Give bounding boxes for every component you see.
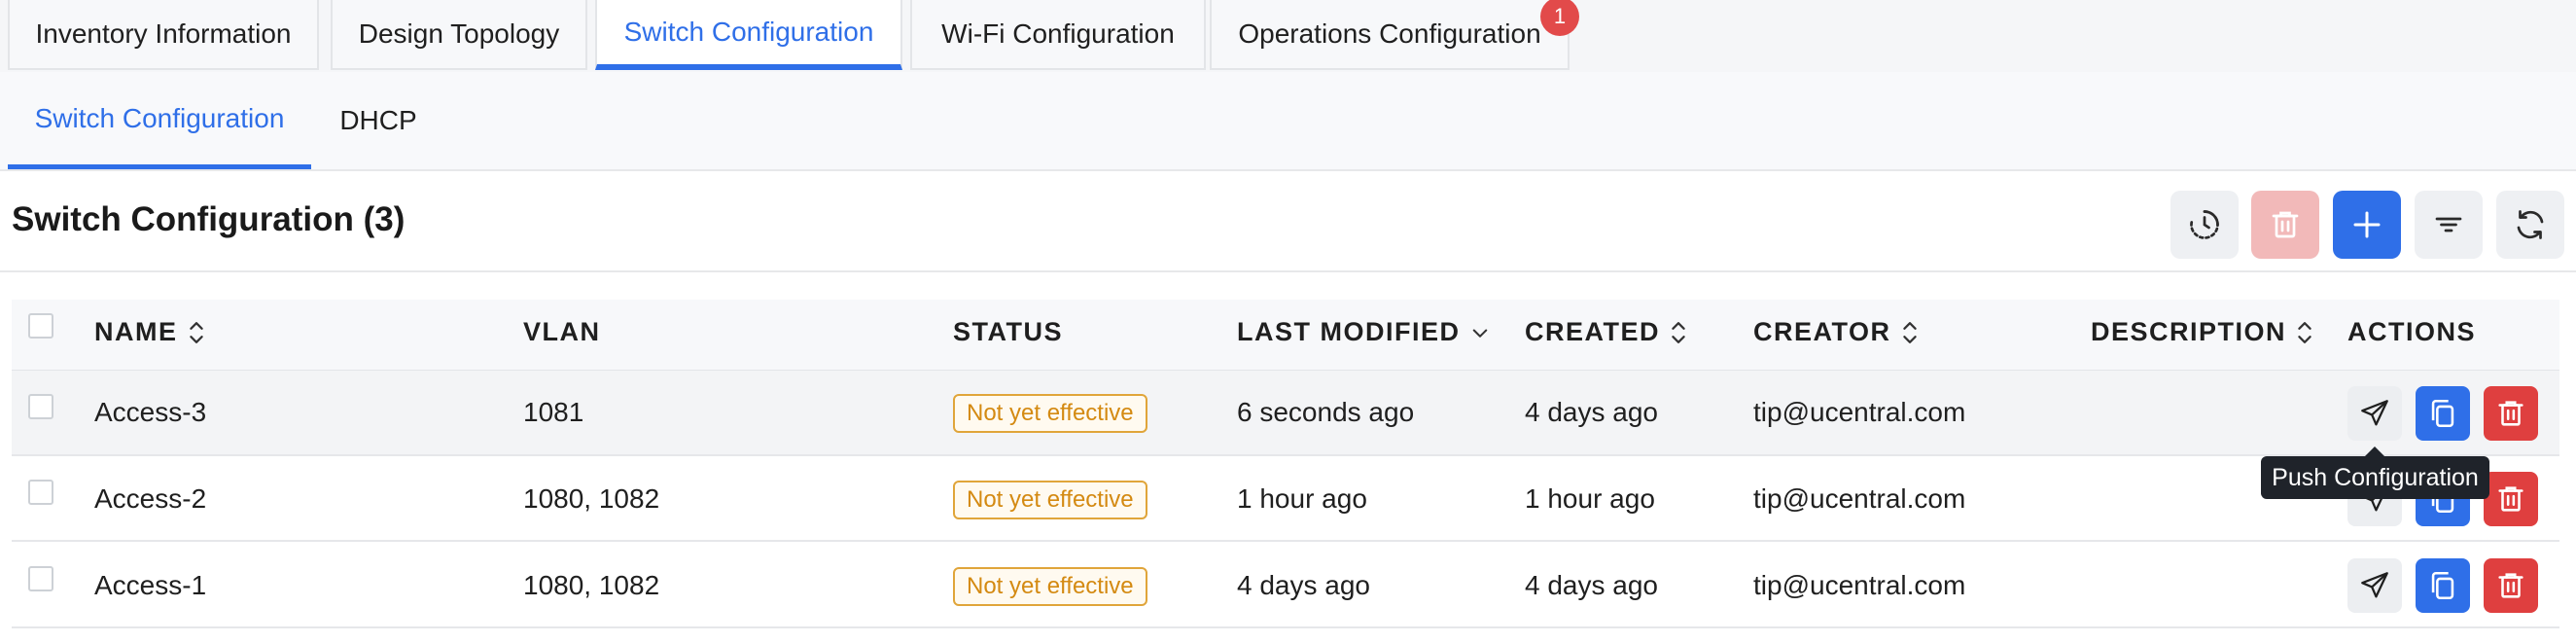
- row-vlan: 1080, 1082: [523, 570, 660, 600]
- table-row[interactable]: Access-1 1080, 1082 Not yet effective 4 …: [12, 543, 2559, 628]
- row-creator: tip@ucentral.com: [1753, 570, 1966, 600]
- send-icon: [2361, 400, 2388, 426]
- push-configuration-button[interactable]: [2347, 558, 2402, 613]
- duplicate-button[interactable]: [2416, 386, 2470, 441]
- notification-badge: 1: [1540, 0, 1579, 36]
- chevron-down-icon: [1472, 329, 1487, 338]
- delete-button[interactable]: [2484, 558, 2538, 613]
- tooltip-arrow: [2365, 447, 2384, 456]
- column-header-vlan: VLAN: [523, 317, 601, 346]
- trash-icon: [2498, 401, 2523, 426]
- row-created: 4 days ago: [1525, 397, 1658, 427]
- column-header-description[interactable]: DESCRIPTION: [2091, 317, 2313, 347]
- row-checkbox[interactable]: [28, 566, 53, 591]
- sub-tab-bar: Switch Configuration DHCP: [0, 72, 2576, 171]
- row-last-modified: 4 days ago: [1237, 570, 1370, 600]
- tab-design-topology[interactable]: Design Topology: [331, 0, 587, 70]
- column-header-name[interactable]: NAME: [94, 317, 205, 347]
- row-checkbox[interactable]: [28, 394, 53, 419]
- delete-selected-button[interactable]: [2251, 191, 2319, 259]
- copy-icon: [2431, 571, 2454, 600]
- sort-icon: [1672, 321, 1685, 343]
- tab-wifi-configuration[interactable]: Wi-Fi Configuration: [910, 0, 1206, 70]
- push-configuration-tooltip: Push Configuration: [2261, 456, 2489, 499]
- table-row[interactable]: Access-2 1080, 1082 Not yet effective 1 …: [12, 456, 2559, 542]
- header-divider: [0, 270, 2576, 272]
- sort-icon: [189, 321, 203, 343]
- row-last-modified: 1 hour ago: [1237, 483, 1367, 514]
- sort-icon: [1902, 321, 1917, 343]
- history-icon: [2190, 210, 2219, 239]
- status-badge: Not yet effective: [953, 481, 1147, 519]
- page-title: Switch Configuration (3): [12, 200, 406, 238]
- table-row[interactable]: Access-3 1081 Not yet effective 6 second…: [12, 371, 2559, 456]
- filter-icon: [2435, 217, 2462, 232]
- tab-inventory-information[interactable]: Inventory Information: [8, 0, 319, 70]
- tab-switch-configuration[interactable]: Switch Configuration: [595, 0, 902, 70]
- filter-button[interactable]: [2415, 191, 2483, 259]
- row-created: 4 days ago: [1525, 570, 1658, 600]
- select-all-checkbox[interactable]: [28, 313, 53, 339]
- row-name: Access-2: [94, 483, 207, 514]
- status-badge: Not yet effective: [953, 394, 1147, 433]
- column-header-created[interactable]: CREATED: [1525, 317, 1687, 347]
- row-created: 1 hour ago: [1525, 483, 1655, 514]
- top-tab-bar: Inventory Information Design Topology Sw…: [0, 0, 2576, 72]
- subtab-dhcp[interactable]: DHCP: [321, 72, 436, 169]
- row-checkbox[interactable]: [28, 480, 53, 505]
- history-button[interactable]: [2170, 191, 2239, 259]
- trash-icon: [2498, 486, 2523, 512]
- trash-icon: [2272, 211, 2299, 238]
- delete-button[interactable]: [2484, 386, 2538, 441]
- subtab-switch-configuration[interactable]: Switch Configuration: [8, 72, 311, 169]
- row-creator: tip@ucentral.com: [1753, 483, 1966, 514]
- tab-operations-configuration[interactable]: Operations Configuration: [1210, 0, 1570, 70]
- send-icon: [2361, 572, 2388, 598]
- delete-button[interactable]: [2484, 472, 2538, 526]
- column-header-last-modified[interactable]: LAST MODIFIED: [1237, 317, 1490, 347]
- column-header-status: STATUS: [953, 317, 1063, 346]
- push-configuration-button[interactable]: [2347, 386, 2402, 441]
- row-vlan: 1081: [523, 397, 584, 427]
- column-header-actions: ACTIONS: [2347, 317, 2476, 346]
- sort-icon: [2298, 321, 2311, 343]
- row-creator: tip@ucentral.com: [1753, 397, 1966, 427]
- add-button[interactable]: [2333, 191, 2401, 259]
- status-badge: Not yet effective: [953, 567, 1147, 606]
- refresh-icon: [2517, 210, 2544, 239]
- row-name: Access-1: [94, 570, 207, 600]
- row-last-modified: 6 seconds ago: [1237, 397, 1415, 427]
- plus-icon: [2353, 211, 2381, 238]
- copy-icon: [2431, 399, 2454, 428]
- duplicate-button[interactable]: [2416, 558, 2470, 613]
- row-name: Access-3: [94, 397, 207, 427]
- refresh-button[interactable]: [2496, 191, 2564, 259]
- row-vlan: 1080, 1082: [523, 483, 660, 514]
- column-header-creator[interactable]: CREATOR: [1753, 317, 1919, 347]
- trash-icon: [2498, 573, 2523, 598]
